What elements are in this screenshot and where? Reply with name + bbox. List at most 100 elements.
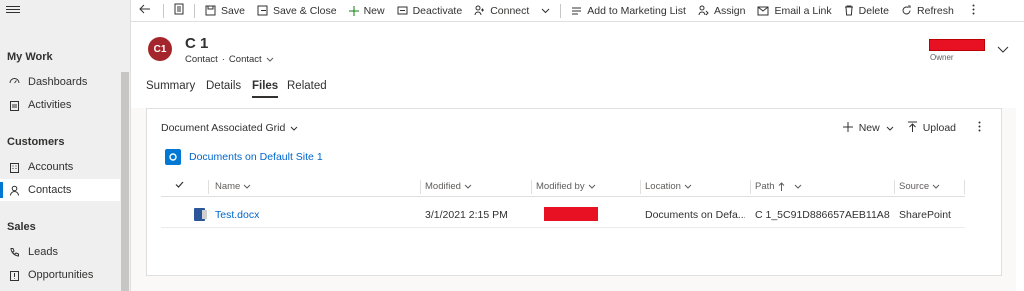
tab-details[interactable]: Details xyxy=(206,80,241,96)
location-cell: Documents on Defa... xyxy=(645,209,745,221)
more-vertical-icon xyxy=(978,121,981,135)
chevron-down-icon xyxy=(932,184,940,189)
column-divider xyxy=(750,180,751,194)
list-icon xyxy=(571,5,582,16)
chevron-down-icon xyxy=(290,122,298,134)
grid-new-label: New xyxy=(858,122,880,134)
grid-more-button[interactable] xyxy=(978,121,981,135)
owner-value-redacted[interactable] xyxy=(929,39,985,51)
column-divider xyxy=(208,180,209,194)
file-name-link[interactable]: Test.docx xyxy=(215,209,259,221)
column-label: Source xyxy=(899,181,930,192)
modified-by-redacted xyxy=(544,207,598,221)
deactivate-label: Deactivate xyxy=(412,4,463,17)
save-close-icon xyxy=(257,5,268,16)
grid-new-button[interactable]: New xyxy=(842,121,894,135)
plus-icon xyxy=(348,5,359,16)
add-to-marketing-list-button[interactable]: Add to Marketing List xyxy=(565,0,692,22)
record-title: C 1 xyxy=(185,35,209,52)
grid-title: Document Associated Grid xyxy=(161,122,286,134)
trash-icon xyxy=(844,5,854,16)
deactivate-button[interactable]: Deactivate xyxy=(391,0,469,22)
divider xyxy=(194,3,195,18)
chevron-down-icon xyxy=(794,184,801,189)
column-header-modified[interactable]: Modified xyxy=(425,181,472,192)
hamburger-menu-icon[interactable] xyxy=(6,4,20,18)
tab-summary[interactable]: Summary xyxy=(146,80,195,96)
grid-actions: New Upload xyxy=(829,121,981,135)
new-button[interactable]: New xyxy=(343,0,391,22)
sitemap-sidebar: My Work Dashboards Activities Customers … xyxy=(0,0,131,291)
separator-dot: · xyxy=(221,54,225,65)
chevron-down-icon[interactable] xyxy=(266,54,274,65)
sidebar-item-label: Contacts xyxy=(28,184,72,196)
assign-icon xyxy=(698,5,709,16)
sidebar-item-label: Leads xyxy=(28,246,58,258)
record-subtitle: Contact · Contact xyxy=(185,54,274,65)
sidebar-scrollbar[interactable] xyxy=(121,72,129,291)
column-header-location[interactable]: Location xyxy=(645,181,692,192)
sidebar-item-accounts[interactable]: Accounts xyxy=(0,156,120,178)
sidebar-item-activities[interactable]: Activities xyxy=(0,94,120,116)
divider xyxy=(560,3,562,18)
column-divider xyxy=(420,180,421,194)
chevron-down-icon xyxy=(886,122,894,134)
column-divider xyxy=(531,180,532,194)
sidebar-item-dashboards[interactable]: Dashboards xyxy=(0,71,120,93)
column-header-source[interactable]: Source xyxy=(899,181,940,192)
deactivate-icon xyxy=(397,5,408,16)
delete-button[interactable]: Delete xyxy=(838,0,895,22)
connect-button[interactable]: Connect xyxy=(468,0,535,22)
connect-dropdown[interactable] xyxy=(535,0,556,22)
save-close-button[interactable]: Save & Close xyxy=(251,0,343,22)
table-row[interactable]: Test.docx 3/1/2021 2:15 PM Documents on … xyxy=(161,202,965,228)
form-selector[interactable]: Contact xyxy=(229,54,262,65)
person-icon xyxy=(8,184,20,196)
email-link-label: Email a Link xyxy=(774,4,832,17)
back-button[interactable] xyxy=(131,0,159,22)
column-label: Path xyxy=(755,181,775,192)
building-icon xyxy=(8,161,20,173)
email-link-button[interactable]: Email a Link xyxy=(751,0,837,22)
upload-icon xyxy=(907,121,917,135)
sidebar-item-leads[interactable]: Leads xyxy=(0,241,120,263)
grid-upload-label: Upload xyxy=(922,122,956,134)
back-arrow-icon xyxy=(139,4,151,17)
phone-icon xyxy=(8,246,20,258)
page-scrollbar[interactable] xyxy=(1016,108,1024,291)
grid-upload-button[interactable]: Upload xyxy=(907,121,956,135)
site-label: Documents on Default Site 1 xyxy=(189,151,323,163)
column-header-modified-by[interactable]: Modified by xyxy=(536,181,596,192)
assign-button[interactable]: Assign xyxy=(692,0,752,22)
form-view-button[interactable] xyxy=(168,0,190,22)
grid-header-row: Name Modified Modified by Location Path … xyxy=(161,177,965,197)
tab-files[interactable]: Files xyxy=(252,80,279,98)
refresh-button[interactable]: Refresh xyxy=(895,0,960,22)
column-header-name[interactable]: Name xyxy=(215,181,251,192)
select-all-checkmark-icon[interactable] xyxy=(175,181,184,188)
sidebar-item-label: Accounts xyxy=(28,161,74,173)
save-button[interactable]: Save xyxy=(199,0,251,22)
column-divider xyxy=(964,180,965,194)
chevron-down-icon xyxy=(684,184,692,189)
grid-view-selector[interactable]: Document Associated Grid xyxy=(161,122,298,134)
word-document-icon xyxy=(194,208,207,221)
divider xyxy=(163,3,164,18)
column-header-path[interactable]: Path xyxy=(755,181,802,192)
connect-icon xyxy=(474,5,485,16)
mail-icon xyxy=(757,6,769,16)
chevron-down-icon xyxy=(541,5,550,17)
sidebar-item-label: Dashboards xyxy=(28,76,88,88)
tab-related[interactable]: Related xyxy=(287,80,327,96)
more-commands-button[interactable] xyxy=(960,0,987,22)
header-expand-chevron-icon[interactable] xyxy=(997,44,1009,56)
sidebar-section-sales: Sales xyxy=(7,221,36,233)
sidebar-item-opportunities[interactable]: Opportunities xyxy=(0,264,120,286)
document-icon xyxy=(174,3,184,18)
sharepoint-icon xyxy=(165,149,181,165)
document-location-link[interactable]: Documents on Default Site 1 xyxy=(165,149,323,165)
save-label: Save xyxy=(221,4,245,17)
chevron-down-icon xyxy=(243,184,251,189)
sidebar-item-contacts[interactable]: Contacts xyxy=(0,179,120,201)
owner-label: Owner xyxy=(930,53,954,62)
